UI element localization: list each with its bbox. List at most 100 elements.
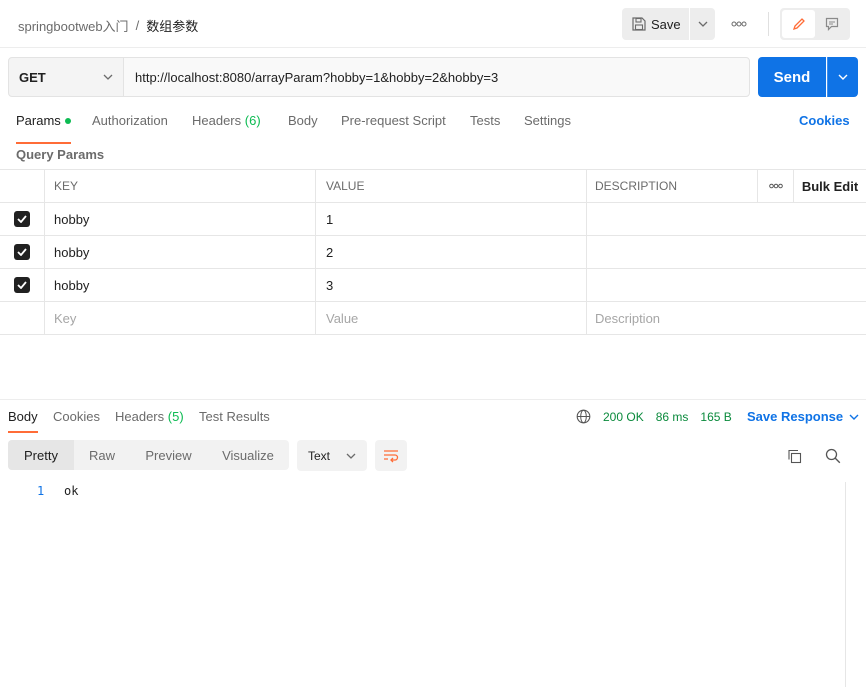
tab-pre-request-script[interactable]: Pre-request Script xyxy=(341,113,446,141)
chevron-down-icon xyxy=(849,414,859,420)
response-headers-count: (5) xyxy=(167,409,184,424)
chevron-down-icon xyxy=(103,74,113,80)
tab-label: Body xyxy=(8,409,38,424)
save-label: Save xyxy=(651,16,681,32)
format-label: Text xyxy=(308,448,331,463)
param-value-cell[interactable]: 3 xyxy=(316,269,587,301)
response-tab-cookies[interactable]: Cookies xyxy=(53,409,100,424)
checkmark-icon xyxy=(17,215,27,223)
save-response-button[interactable]: Save Response xyxy=(747,409,859,424)
save-icon xyxy=(632,17,646,31)
table-row: hobby 1 xyxy=(0,203,866,236)
method-select[interactable]: GET xyxy=(8,57,124,97)
new-key-input[interactable]: Key xyxy=(45,302,316,334)
checkmark-icon xyxy=(17,281,27,289)
column-header-value: VALUE xyxy=(316,170,587,202)
row-checkbox-cell xyxy=(0,302,45,334)
format-select[interactable]: Text xyxy=(297,440,367,471)
tab-body[interactable]: Body xyxy=(288,113,318,141)
param-value-cell[interactable]: 1 xyxy=(316,203,587,235)
tab-label: Body xyxy=(288,113,318,128)
cookies-link[interactable]: Cookies xyxy=(799,113,850,128)
tab-label: Authorization xyxy=(92,113,168,128)
new-description-input[interactable]: Description xyxy=(587,302,866,334)
table-row: hobby 3 xyxy=(0,269,866,302)
row-checkbox[interactable] xyxy=(14,277,30,293)
response-tab-test-results[interactable]: Test Results xyxy=(199,409,270,424)
tab-authorization[interactable]: Authorization xyxy=(92,113,168,141)
response-tab-headers[interactable]: Headers (5) xyxy=(115,409,184,424)
tab-settings[interactable]: Settings xyxy=(524,113,571,141)
copy-icon xyxy=(787,449,801,463)
request-header: springbootweb入门 / 数组参数 Save xyxy=(0,0,866,48)
edit-mode-button[interactable] xyxy=(782,10,815,38)
column-options-button[interactable] xyxy=(758,170,794,202)
wrap-lines-button[interactable] xyxy=(375,440,407,471)
breadcrumb-separator: / xyxy=(135,18,140,33)
row-checkbox[interactable] xyxy=(14,244,30,260)
header-divider xyxy=(768,12,769,36)
comments-mode-button[interactable] xyxy=(815,10,848,38)
new-value-input[interactable]: Value xyxy=(316,302,587,334)
view-preview[interactable]: Preview xyxy=(130,440,207,470)
bulk-edit-button[interactable]: Bulk Edit xyxy=(794,170,866,202)
response-view-toggle: Pretty Raw Preview Visualize xyxy=(8,440,289,470)
globe-icon[interactable] xyxy=(576,409,591,424)
param-value-cell[interactable]: 2 xyxy=(316,236,587,268)
response-scrollbar[interactable] xyxy=(845,482,857,687)
row-checkbox-cell xyxy=(0,269,45,301)
pencil-icon xyxy=(792,18,805,31)
breadcrumb-request-name[interactable]: 数组参数 xyxy=(146,16,198,35)
tab-label: Headers xyxy=(115,409,165,424)
response-tab-body[interactable]: Body xyxy=(8,409,38,433)
response-size[interactable]: 165 B xyxy=(700,410,731,424)
column-header-description: DESCRIPTION xyxy=(587,170,758,202)
view-raw[interactable]: Raw xyxy=(74,440,130,470)
tab-label: Tests xyxy=(470,113,501,128)
save-button[interactable]: Save xyxy=(622,8,689,40)
tab-tests[interactable]: Tests xyxy=(470,113,500,141)
param-description-cell[interactable] xyxy=(587,269,866,301)
tab-label: Params xyxy=(16,113,61,128)
search-button[interactable] xyxy=(823,446,843,466)
view-pretty[interactable]: Pretty xyxy=(8,440,74,470)
more-horizontal-icon xyxy=(731,21,747,27)
copy-button[interactable] xyxy=(784,446,804,466)
query-params-title: Query Params xyxy=(16,147,105,162)
column-header-key: KEY xyxy=(45,170,316,202)
tab-label: Settings xyxy=(524,113,571,128)
line-number: 1 xyxy=(37,484,45,498)
tab-label: Pre-request Script xyxy=(341,113,446,128)
checkmark-icon xyxy=(17,248,27,256)
param-description-cell[interactable] xyxy=(587,203,866,235)
param-key-cell[interactable]: hobby xyxy=(45,203,316,235)
send-button[interactable]: Send xyxy=(758,57,826,97)
send-dropdown-button[interactable] xyxy=(827,57,858,97)
comment-icon xyxy=(825,17,838,31)
tab-headers[interactable]: Headers (6) xyxy=(192,113,261,141)
chevron-down-icon xyxy=(838,74,848,80)
tab-params[interactable]: Params xyxy=(16,113,71,144)
tab-label: Cookies xyxy=(53,409,100,424)
tab-label: Test Results xyxy=(199,409,270,424)
param-description-cell[interactable] xyxy=(587,236,866,268)
more-horizontal-icon xyxy=(768,183,783,189)
more-options-button[interactable] xyxy=(726,8,752,40)
headers-count: (6) xyxy=(244,113,261,128)
response-time[interactable]: 86 ms xyxy=(656,410,689,424)
view-visualize[interactable]: Visualize xyxy=(207,440,289,470)
save-dropdown-button[interactable] xyxy=(690,8,715,40)
breadcrumb: springbootweb入门 / 数组参数 xyxy=(18,16,198,35)
param-key-cell[interactable]: hobby xyxy=(45,269,316,301)
response-meta: 200 OK 86 ms 165 B xyxy=(576,409,732,424)
chevron-down-icon xyxy=(698,21,707,27)
row-checkbox[interactable] xyxy=(14,211,30,227)
url-input[interactable]: http://localhost:8080/arrayParam?hobby=1… xyxy=(123,57,750,97)
table-header-row: KEY VALUE DESCRIPTION Bulk Edit xyxy=(0,170,866,203)
table-row-new: Key Value Description xyxy=(0,302,866,335)
status-code[interactable]: 200 OK xyxy=(603,410,644,424)
breadcrumb-collection[interactable]: springbootweb入门 xyxy=(18,16,129,35)
row-checkbox-cell xyxy=(0,236,45,268)
search-icon xyxy=(825,448,841,464)
param-key-cell[interactable]: hobby xyxy=(45,236,316,268)
